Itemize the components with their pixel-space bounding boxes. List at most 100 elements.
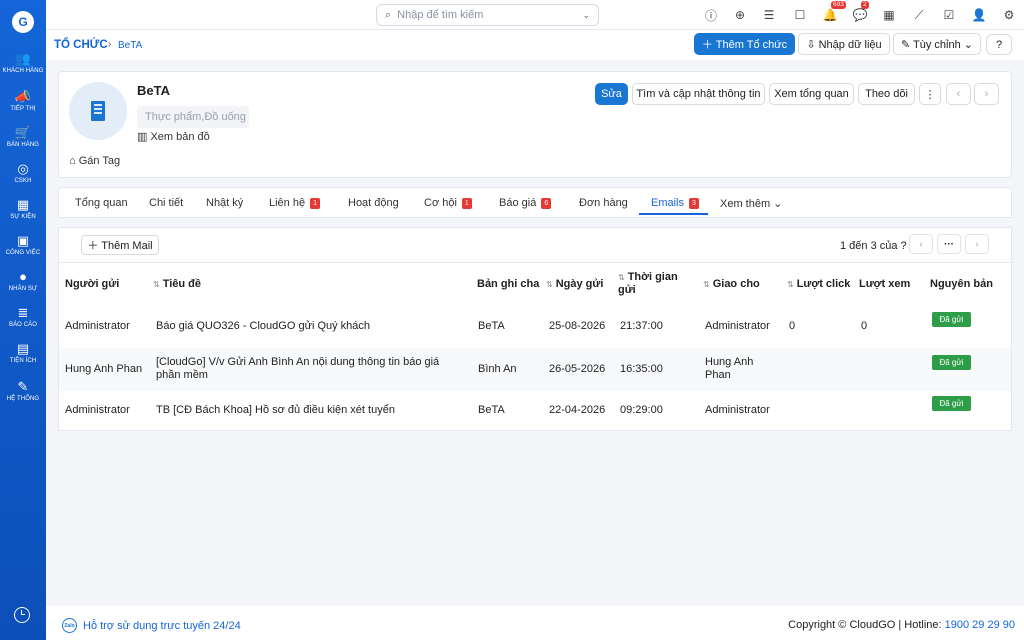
cloudgo-logo[interactable]: G [12,11,34,33]
table-row[interactable]: Administrator Báo giá QUO326 - CloudGO g… [59,305,1011,348]
chat-icon[interactable]: 💬 2 [852,1,869,23]
cell-sender: Hung Anh Phan [65,363,143,375]
cell-assignee: Administrator [705,404,770,416]
sidebar-item-label: CSKH [14,178,32,184]
cell-date: 26-05-2026 [549,363,606,375]
sidebar-item-sales[interactable]: 🛒 BÁN HÀNG [0,126,46,149]
column-header-views[interactable]: Lượt xem [859,278,910,291]
tab-label: Liên hệ [269,197,306,209]
tab-activities[interactable]: Hoạt động [348,197,399,209]
overview-button[interactable]: Xem tổng quan [769,83,854,105]
sidebar-item-hr[interactable]: ● NHÂN SỰ [0,270,46,293]
previous-record-button[interactable]: ‹ [946,83,971,105]
follow-button[interactable]: Theo dõi [858,83,915,105]
tab-overview[interactable]: Tổng quan [75,197,128,209]
cell-date: 22-04-2026 [549,404,606,416]
tab-more[interactable]: Xem thêm ⌄ [720,197,782,210]
tab-label: Nhật ký [206,197,244,209]
calendar-icon[interactable]: ▦ [881,7,897,23]
detail-tabs: Tổng quan Chi tiết Nhật ký Liên hệ 1 Hoạt… [58,187,1012,218]
next-record-button[interactable]: › [974,83,999,105]
column-header-clicks[interactable]: ⇅ Lượt click [787,278,850,291]
edit-button[interactable]: Sửa [595,83,628,105]
cell-subject[interactable]: TB [CĐ Bách Khoa] Hồ sơ đủ điều kiện xét… [156,404,466,417]
pagination-next-button[interactable]: › [965,234,989,254]
cell-parent[interactable]: BeTA [478,320,505,333]
column-header-label: Giao cho [712,278,760,290]
add-mail-button[interactable]: ＋ Thêm Mail [81,235,159,255]
sidebar-item-customers[interactable]: 👥 KHÁCH HÀNG [0,52,46,75]
sidebar-item-marketing[interactable]: 📣 TIẾP THỊ [0,90,46,113]
briefcase-icon: ▣ [16,233,30,248]
person-icon: ● [19,269,27,284]
add-circle-icon[interactable]: ⊕ [732,7,748,23]
tab-details[interactable]: Chi tiết [149,197,183,209]
search-input[interactable]: ⌕ Nhập để tìm kiếm ⌄ [376,4,599,26]
active-tab-indicator [639,213,708,215]
sidebar-item-support[interactable]: ◎ CSKH [0,162,46,185]
cell-subject[interactable]: [CloudGo] V/v Gửi Anh Bình An nội dung t… [156,356,466,382]
tab-count-badge: 1 [310,198,320,209]
breadcrumb-current: BeTA [118,40,143,51]
sidebar-item-system[interactable]: ✎ HỆ THỐNG [0,380,46,403]
search-placeholder: Nhập để tìm kiếm [397,9,484,21]
tab-opportunities[interactable]: Cơ hội 1 [424,197,472,209]
add-organization-button[interactable]: ＋ Thêm Tổ chức [694,33,795,55]
account-avatar [69,82,127,140]
sidebar-item-tasks[interactable]: ▣ CÔNG VIỆC [0,234,46,257]
sidebar-item-utilities[interactable]: ▤ TIỆN ÍCH [0,342,46,365]
list-icon[interactable]: ☰ [761,7,777,23]
sidebar-item-label: KHÁCH HÀNG [2,68,44,74]
breadcrumb-root[interactable]: TỔ CHỨC [54,39,108,51]
customize-button[interactable]: ✎ Tùy chỉnh ⌄ [893,33,981,55]
tab-orders[interactable]: Đơn hàng [579,197,628,209]
hotline-link[interactable]: 1900 29 29 90 [945,619,1015,631]
tab-label: Xem thêm ⌄ [720,198,783,210]
tab-label: Cơ hội [424,197,457,209]
tab-quotes[interactable]: Báo giá 6 [499,197,552,209]
tab-label: Đơn hàng [579,197,628,209]
chart-icon[interactable]: ⟋ [911,7,927,23]
pagination-more-button[interactable]: ··· [937,234,961,254]
breadcrumb-separator: › [108,39,112,50]
column-header-parent[interactable]: Bản ghi cha [477,278,539,291]
online-support-link[interactable]: Hỗ trợ sử dụng trực tuyến 24/24 [83,620,241,632]
sidebar-item-reports[interactable]: ≣ BÁO CÁO [0,306,46,329]
search-icon: ⌕ [385,8,392,21]
tab-log[interactable]: Nhật ký [206,197,243,209]
tab-label: Chi tiết [149,197,184,209]
bell-icon[interactable]: 🔔 693 [822,1,846,23]
gear-icon[interactable]: ⚙ [1001,7,1017,23]
pagination-prev-button[interactable]: ‹ [909,234,933,254]
column-header-sender[interactable]: Người gửi [65,278,119,291]
column-header-assignee[interactable]: ⇅ Giao cho [703,278,760,291]
clock-icon[interactable] [14,607,30,623]
find-update-button[interactable]: Tìm và cập nhật thông tin [632,83,765,105]
sidebar-item-events[interactable]: ▦ SỰ KIỆN [0,198,46,221]
alert-icon[interactable]: ⓘ [703,7,719,23]
cell-time: 21:37:00 [620,320,663,332]
cell-parent[interactable]: Bình An [478,363,517,376]
view-map-link[interactable]: ▥ Xem bản đồ [137,130,210,143]
cell-parent[interactable]: BeTA [478,404,505,417]
import-data-button[interactable]: ⇩ Nhập dữ liệu [798,33,890,55]
column-header-subject[interactable]: ⇅ Tiêu đề [153,278,201,291]
task-icon[interactable]: ☐ [792,7,808,23]
checkbox-icon[interactable]: ☑ [941,7,957,23]
table-row[interactable]: Administrator TB [CĐ Bách Khoa] Hồ sơ đủ… [59,391,1011,434]
table-row[interactable]: Hung Anh Phan [CloudGo] V/v Gửi Anh Bình… [59,348,1011,391]
help-button[interactable]: ? [986,34,1012,55]
cell-subject[interactable]: Báo giá QUO326 - CloudGO gửi Quý khách [156,320,466,333]
tab-count-badge: 6 [541,198,552,209]
column-header-label: Thời gian gửi [618,271,678,296]
column-header-date[interactable]: ⇅ Ngày gửi [546,278,603,291]
user-icon[interactable]: 👤 [971,7,987,23]
account-name: BeTA [137,83,170,98]
column-header-time[interactable]: ⇅ Thời gian gửi [618,271,680,297]
more-actions-button[interactable]: ⋮ [919,83,941,105]
zalo-icon[interactable]: Zalo [62,618,77,633]
column-header-original[interactable]: Nguyên bản [930,278,993,291]
tab-emails[interactable]: Emails 3 [651,197,699,209]
tab-contacts[interactable]: Liên hệ 1 [269,197,320,209]
assign-tag-link[interactable]: ⌂ Gán Tag [69,155,120,167]
